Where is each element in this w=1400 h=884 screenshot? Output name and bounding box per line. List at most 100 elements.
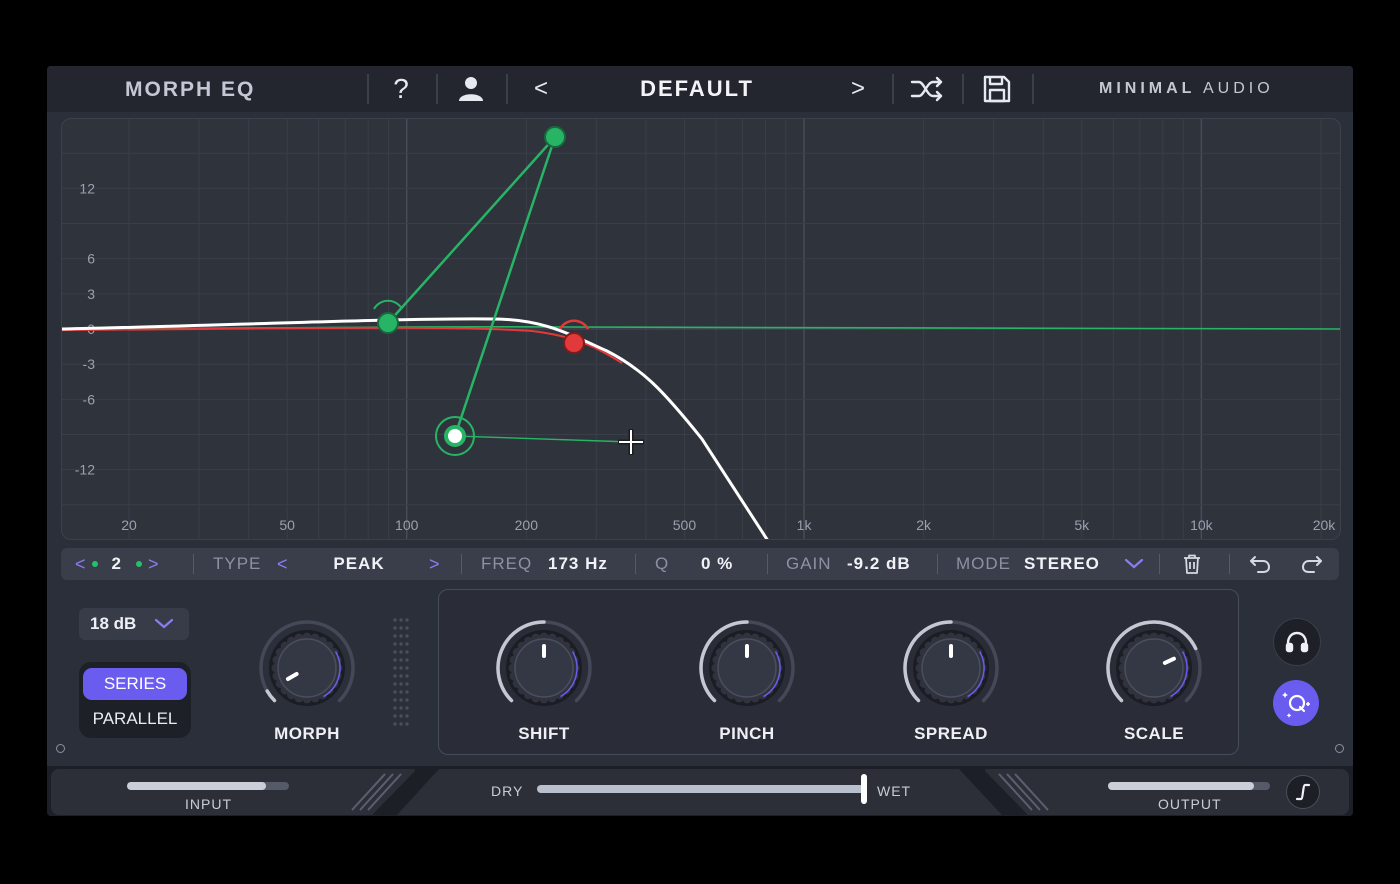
spread-knob[interactable] (896, 616, 1006, 721)
grip-dot (399, 682, 403, 686)
plugin-title: MORPH EQ (125, 78, 256, 101)
undo-icon (1250, 556, 1270, 573)
grip-dot (399, 618, 403, 622)
band-handle (377, 312, 399, 334)
prev-band-button[interactable]: < (75, 554, 86, 575)
grip-dot (405, 722, 409, 726)
morph-label: MORPH (274, 724, 340, 743)
grip-dot (393, 698, 397, 702)
q-value[interactable]: 0 % (701, 554, 733, 574)
grip-dot (405, 674, 409, 678)
freq-tick-label: 20k (1313, 517, 1337, 533)
knob-value-arc (265, 689, 277, 703)
delete-band-button[interactable] (1183, 548, 1201, 580)
freq-value[interactable]: 173 Hz (548, 554, 608, 574)
randomize-button[interactable] (907, 72, 947, 106)
mode-dropdown[interactable]: STEREO (1024, 548, 1144, 580)
redo-button[interactable] (1301, 548, 1323, 580)
save-button[interactable] (979, 72, 1015, 106)
divider (892, 74, 894, 104)
type-next-button[interactable]: > (429, 554, 440, 575)
pinch-knob[interactable] (692, 616, 802, 721)
grip-dot (405, 658, 409, 662)
divider (461, 554, 462, 574)
grip-dot (393, 682, 397, 686)
output-gain-slider[interactable] (1108, 782, 1270, 790)
grip-dot (393, 706, 397, 710)
grip-dot (393, 714, 397, 718)
clipper-button[interactable] (1286, 775, 1320, 809)
grip-dot (393, 634, 397, 638)
knob-cap (277, 638, 337, 698)
eq-curve (62, 317, 769, 539)
shift-knob[interactable] (489, 616, 599, 721)
prev-preset-button[interactable]: < (527, 72, 555, 106)
divider (767, 554, 768, 574)
screw-icon (1335, 744, 1344, 753)
grip-dot (399, 650, 403, 654)
help-button[interactable]: ? (381, 72, 421, 106)
grip-dot (399, 690, 403, 694)
chevron-down-icon (155, 618, 174, 629)
magic-q-icon (1282, 692, 1310, 718)
gain-label: GAIN (786, 554, 832, 573)
preset-name[interactable]: DEFAULT (607, 76, 787, 102)
knob-cap (1124, 638, 1184, 698)
filter-type-value[interactable]: PEAK (333, 554, 384, 574)
trash-icon (1184, 554, 1200, 574)
grip-dot (399, 626, 403, 630)
grip-dot (393, 722, 397, 726)
user-button[interactable] (451, 72, 491, 106)
mix-fill (537, 785, 867, 793)
slope-dropdown[interactable]: 18 dB (79, 608, 189, 640)
next-band-button[interactable]: > (148, 554, 159, 575)
gain-value[interactable]: -9.2 dB (847, 554, 911, 574)
grip-dot (405, 666, 409, 670)
band-handle-center (448, 429, 462, 443)
morph-knob[interactable] (252, 616, 362, 721)
eq-display[interactable]: 12630-3-6-1220 50 100 200 500 1k 2k 5k 10k 20k (62, 119, 1340, 539)
scale-knob[interactable] (1099, 616, 1209, 721)
divider (937, 554, 938, 574)
next-preset-button[interactable]: > (844, 72, 872, 106)
band-index: 2 (111, 554, 122, 573)
wet-label: WET (877, 783, 912, 799)
grip-dot (393, 642, 397, 646)
grip-dot (405, 650, 409, 654)
grip-dot (399, 634, 403, 638)
knob-icon (259, 620, 355, 706)
grip-dot (405, 690, 409, 694)
brand-logo: MINIMAL AUDIO (1099, 80, 1274, 97)
freq-label: FREQ (481, 554, 533, 573)
type-prev-button[interactable]: < (277, 554, 288, 575)
ai-eq-button[interactable] (1273, 680, 1319, 726)
output-label: OUTPUT (1158, 796, 1222, 812)
listen-button[interactable] (1273, 618, 1321, 666)
grip-dot (405, 634, 409, 638)
help-icon: ? (393, 73, 409, 104)
grip-dot (393, 674, 397, 678)
grip-dot (405, 618, 409, 622)
input-gain-slider[interactable] (127, 782, 289, 790)
mode-label: MODE (956, 554, 1011, 573)
mix-handle[interactable] (861, 774, 867, 804)
divider (635, 554, 636, 574)
cursor-stroke (619, 430, 643, 454)
db-tick-label: -12 (75, 462, 95, 478)
q-label: Q (655, 554, 670, 573)
parallel-button[interactable]: PARALLEL (83, 704, 187, 734)
undo-button[interactable] (1249, 548, 1271, 580)
dry-wet-slider[interactable] (537, 785, 867, 793)
slope-value: 18 dB (90, 614, 137, 633)
grip-icon[interactable] (391, 616, 411, 731)
divider (962, 74, 964, 104)
freq-tick-label: 50 (279, 517, 295, 533)
screw-icon (56, 744, 65, 753)
divider (193, 554, 194, 574)
series-button[interactable]: SERIES (83, 668, 187, 700)
db-tick-label: -3 (83, 356, 96, 372)
input-level-fill (127, 782, 267, 790)
freq-tick-label: 200 (515, 517, 539, 533)
band-color-dot (91, 561, 98, 567)
eq-graph[interactable]: 12 6 3 0 -3 -6 -12 20 50 100 200 500 1k 2k 5k 10k 20k (61, 118, 1341, 540)
